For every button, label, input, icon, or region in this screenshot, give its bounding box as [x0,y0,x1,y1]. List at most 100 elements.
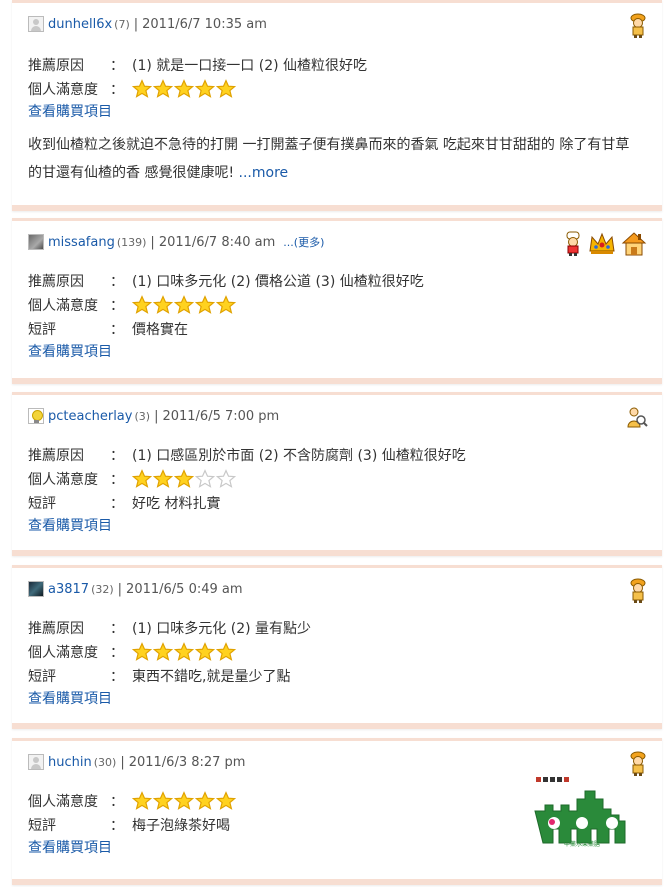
star-filled-icon [174,79,194,98]
reason-row: 推薦原因 ： (1) 口感區別於市面 (2) 不含防腐劑 (3) 仙楂粒很好吃 [28,443,646,467]
badge-group [562,231,648,257]
review-header: huchin (30) | 2011/6/3 8:27 pm [28,751,646,773]
avatar[interactable] [28,408,44,424]
star-filled-icon [132,791,152,810]
short-review-label: 短評 [28,818,56,834]
colon: ： [110,82,124,98]
short-review-row: 短評 ： 好吃 材料扎實 [28,491,646,515]
review-header: a3817 (32) | 2011/6/5 0:49 am [28,578,646,600]
colon: ： [110,496,124,512]
avatar[interactable] [28,16,44,32]
star-rating [132,791,236,811]
colon: ： [110,794,124,810]
logo-header-glyphs [536,777,569,782]
satisfaction-label: 個人滿意度 [28,472,98,488]
star-filled-icon [132,642,152,661]
colon: ： [110,818,124,834]
username-link[interactable]: a3817 [48,582,89,597]
review-date: 2011/6/5 0:49 am [126,581,243,597]
review-body: 收到仙楂粒之後就迫不急待的打開 一打開蓋子便有撲鼻而來的香氣 吃起來甘甘甜甜的 … [28,131,646,187]
worker-icon[interactable] [628,578,648,604]
review-count: (32) [91,582,114,596]
review-header: missafang (139) | 2011/6/7 8:40 am ...(更… [28,231,646,253]
colon: ： [110,274,124,290]
reason-value: (1) 口感區別於市面 (2) 不含防腐劑 (3) 仙楂粒很好吃 [132,448,466,464]
star-filled-icon [153,642,173,661]
star-filled-icon [153,469,173,488]
reason-label: 推薦原因 [28,621,84,637]
short-review-row: 短評 ： 東西不錯吃,就是量少了點 [28,664,646,688]
reason-row: 推薦原因 ： (1) 就是一口接一口 (2) 仙楂粒很好吃 [28,53,646,77]
more-info-link[interactable]: ...(更多) [283,234,324,250]
review-date: 2011/6/3 8:27 pm [128,754,246,770]
badge-group [628,578,648,604]
satisfaction-row: 個人滿意度 ： [28,293,646,317]
reason-label: 推薦原因 [28,448,84,464]
username-link[interactable]: pcteacherlay [48,409,132,424]
star-filled-icon [174,791,194,810]
worker-icon[interactable] [628,751,648,777]
reason-value: (1) 就是一口接一口 (2) 仙楂粒很好吃 [132,58,368,74]
satisfaction-label: 個人滿意度 [28,298,98,314]
avatar[interactable] [28,581,44,597]
short-review-value: 好吃 材料扎實 [132,496,221,512]
separator: | [120,754,125,770]
crown-icon[interactable] [588,231,616,257]
worker-icon[interactable] [628,13,648,39]
username-link[interactable]: huchin [48,755,92,770]
house-icon[interactable] [620,231,648,257]
more-link[interactable]: ...more [239,165,289,181]
star-filled-icon [153,79,173,98]
star-empty-icon [216,469,236,488]
star-rating [132,469,236,489]
username-link[interactable]: missafang [48,235,115,250]
satisfaction-row: 個人滿意度 ： [28,77,646,101]
review-count: (139) [116,235,147,249]
avatar[interactable] [28,754,44,770]
badge-group [628,13,648,39]
colon: ： [110,669,124,685]
star-filled-icon [195,295,215,314]
satisfaction-label: 個人滿意度 [28,645,98,661]
star-filled-icon [216,295,236,314]
colon: ： [110,322,124,338]
review-date: 2011/6/5 7:00 pm [162,408,280,424]
reason-row: 推薦原因 ： (1) 口味多元化 (2) 價格公道 (3) 仙楂粒很好吃 [28,269,646,293]
short-review-value: 東西不錯吃,就是量少了點 [132,669,291,685]
review-card: a3817 (32) | 2011/6/5 0:49 am 推薦原因 ： (1)… [12,565,662,729]
reason-label: 推薦原因 [28,274,84,290]
star-filled-icon [174,469,194,488]
colon: ： [110,448,124,464]
colon: ： [110,645,124,661]
review-count: (3) [134,409,151,423]
reason-value: (1) 口味多元化 (2) 價格公道 (3) 仙楂粒很好吃 [132,274,424,290]
colon: ： [110,298,124,314]
satisfaction-label: 個人滿意度 [28,82,98,98]
star-filled-icon [216,791,236,810]
short-review-value: 價格實在 [132,322,188,338]
star-empty-icon [195,469,215,488]
star-filled-icon [216,79,236,98]
satisfaction-label: 個人滿意度 [28,794,98,810]
reason-value: (1) 口味多元化 (2) 量有點少 [132,621,312,637]
review-count: (30) [93,755,117,769]
chef-icon[interactable] [562,231,584,257]
badge-group [626,405,648,429]
star-rating [132,295,236,315]
view-items-link[interactable]: 查看購買項目 [28,341,646,363]
review-header: dunhell6x (7) | 2011/6/7 10:35 am [28,13,646,35]
star-filled-icon [195,791,215,810]
search-person-icon[interactable] [626,405,648,429]
username-link[interactable]: dunhell6x [48,17,112,32]
review-body-text: 收到仙楂粒之後就迫不急待的打開 一打開蓋子便有撲鼻而來的香氣 吃起來甘甘甜甜的 … [28,137,630,181]
short-review-label: 短評 [28,322,56,338]
view-items-link[interactable]: 查看購買項目 [28,515,646,537]
reason-row: 推薦原因 ： (1) 口味多元化 (2) 量有點少 [28,616,646,640]
short-review-row: 短評 ： 價格實在 [28,317,646,341]
review-header: pcteacherlay (3) | 2011/6/5 7:00 pm [28,405,646,427]
view-items-link[interactable]: 查看購買項目 [28,688,646,710]
star-filled-icon [132,295,152,314]
avatar[interactable] [28,234,44,250]
view-items-link[interactable]: 查看購買項目 [28,101,646,123]
review-count: (7) [114,17,130,31]
